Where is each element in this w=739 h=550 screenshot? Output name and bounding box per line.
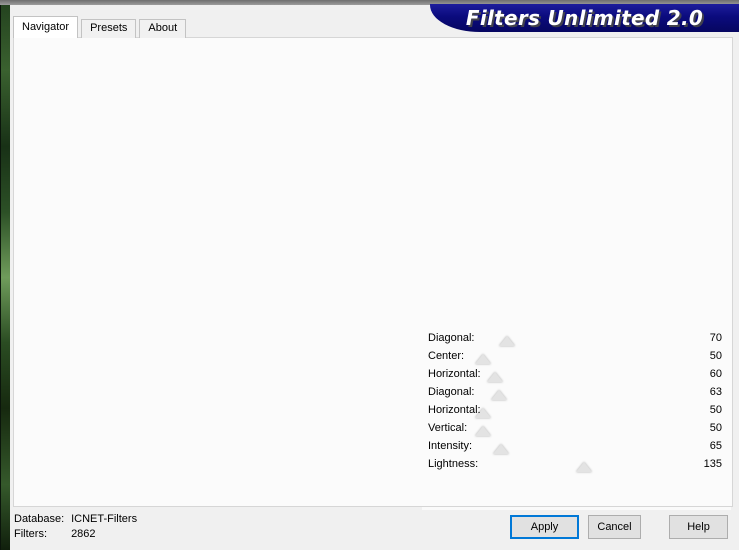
tab-about[interactable]: About	[139, 19, 187, 38]
slider-value: 135	[703, 458, 722, 470]
tab-presets[interactable]: Presets	[81, 19, 137, 38]
slider-thumb[interactable]	[575, 462, 592, 472]
database-value: ICNET-Filters	[71, 513, 138, 525]
slider-value: 50	[709, 422, 722, 434]
status-filters-row: Filters: 2862	[14, 527, 137, 542]
slider-label: Diagonal:	[428, 332, 475, 344]
slider-thumb[interactable]	[498, 336, 515, 346]
status-database-row: Database: ICNET-Filters	[14, 512, 137, 527]
slider-label: Intensity:	[428, 440, 473, 452]
slider-thumb[interactable]	[490, 390, 507, 400]
tab-navigator[interactable]: Navigator	[13, 16, 79, 38]
filters-label: Filters:	[14, 528, 47, 540]
slider-value: 70	[709, 332, 722, 344]
slider-label: Vertical:	[428, 422, 468, 434]
app-title: Filters Unlimited 2.0	[465, 6, 704, 30]
title-banner: Filters Unlimited 2.0	[430, 4, 739, 32]
slider-thumb[interactable]	[475, 354, 492, 364]
background-image-strip	[0, 5, 10, 550]
status-area: Database: ICNET-Filters Filters: 2862	[14, 512, 137, 542]
cancel-button[interactable]: Cancel	[588, 515, 641, 539]
slider-label: Horizontal:	[428, 404, 481, 416]
slider-value: 50	[709, 404, 722, 416]
slider-label: Diagonal:	[428, 386, 475, 398]
tab-strip: Navigator Presets About	[13, 16, 189, 38]
slider-value: 60	[709, 368, 722, 380]
filters-value: 2862	[71, 528, 96, 540]
slider-label: Center:	[428, 350, 465, 362]
database-label: Database:	[14, 513, 65, 525]
slider-thumb[interactable]	[492, 444, 509, 454]
slider-label: Horizontal:	[428, 368, 481, 380]
slider-thumb[interactable]	[487, 372, 504, 382]
slider-label: Lightness:	[428, 458, 479, 470]
slider-value: 65	[709, 440, 722, 452]
filters-unlimited-dialog: Filters Unlimited 2.0 Navigator Presets Ab…	[10, 4, 739, 550]
slider-thumb[interactable]	[475, 426, 492, 436]
slider-value: 63	[709, 386, 722, 398]
slider-value: 50	[709, 350, 722, 362]
apply-button[interactable]: Apply	[510, 515, 579, 539]
navigator-tab-page	[13, 37, 733, 507]
help-button[interactable]: Help	[669, 515, 728, 539]
